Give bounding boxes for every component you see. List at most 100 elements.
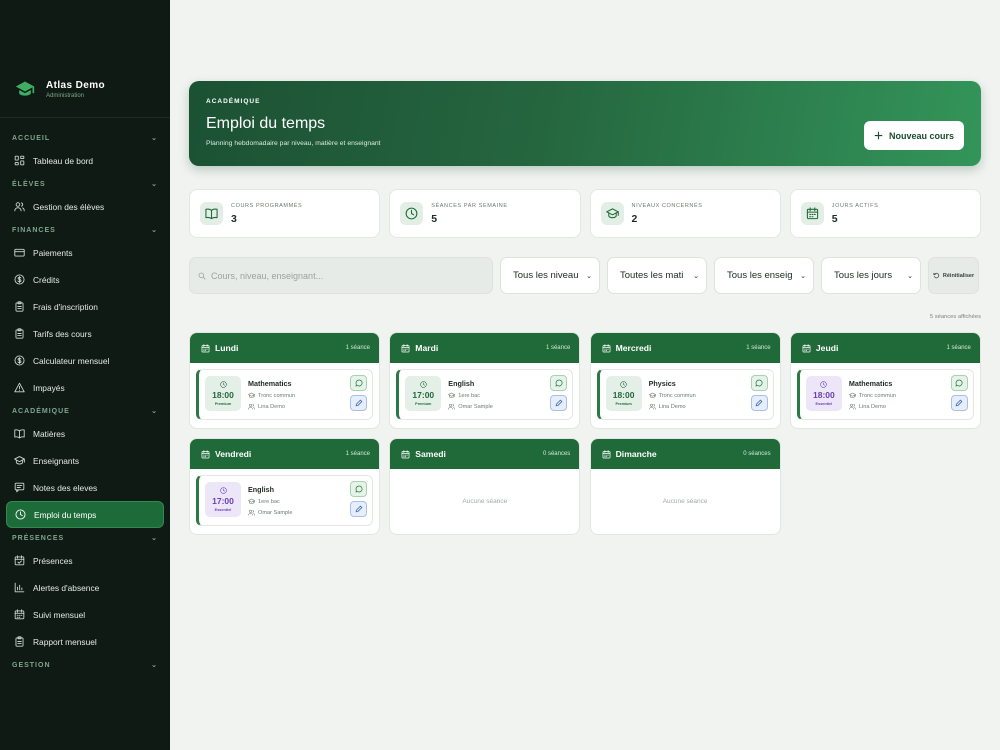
empty-day-label: Aucune séance bbox=[662, 498, 708, 505]
course-plan-tag: Premium bbox=[615, 402, 632, 406]
course-time: 18:00 bbox=[612, 390, 635, 400]
day-name: Vendredi bbox=[215, 449, 252, 459]
sidebar-item[interactable]: Emploi du temps bbox=[6, 501, 164, 528]
edit-button[interactable] bbox=[950, 395, 968, 411]
course-card[interactable]: 18:00 Premium Physics Tronc commun Lina Demo bbox=[596, 369, 774, 420]
sidebar-section-header[interactable]: ACCUEIL ⌄ bbox=[0, 129, 170, 147]
day-session-count: 1 séance bbox=[545, 345, 571, 351]
graduation-cap-icon bbox=[648, 392, 656, 399]
course-card[interactable]: 17:00 Essentiel English 1ere bac Omar Sample bbox=[196, 475, 373, 526]
sidebar-item[interactable]: Alertes d'absence bbox=[6, 574, 164, 601]
divider bbox=[0, 117, 170, 118]
message-button[interactable] bbox=[950, 375, 968, 391]
edit-button[interactable] bbox=[750, 395, 768, 411]
graduation-cap-icon bbox=[605, 208, 619, 219]
sidebar-item[interactable]: Gestion des élèves bbox=[6, 193, 164, 220]
stat-value: 2 bbox=[631, 212, 638, 225]
pencil-icon bbox=[355, 505, 362, 513]
new-course-button[interactable]: Nouveau cours bbox=[864, 121, 964, 150]
day-header: Mercredi 1 séance bbox=[590, 333, 780, 363]
day-card: Lundi 1 séance 18:00 Premium Mathematics Tron… bbox=[189, 332, 380, 429]
sidebar-item[interactable]: Notes des eleves bbox=[6, 474, 164, 501]
day-filter-select[interactable]: Tous les jours ⌄ bbox=[821, 257, 921, 294]
message-button[interactable] bbox=[550, 375, 568, 391]
sidebar-section-header[interactable]: ACADÉMIQUE ⌄ bbox=[0, 402, 170, 420]
teacher-filter-value: Tous les enseig bbox=[727, 270, 793, 281]
sidebar-item[interactable]: Tableau de bord bbox=[6, 147, 164, 174]
sidebar-nav: ACCUEIL ⌄ Tableau de bord ÉLÈVES ⌄ Gestion de… bbox=[0, 128, 170, 674]
stat-card: NIVEAUX CONCERNÉS 2 bbox=[589, 189, 781, 238]
level-filter-value: Tous les niveau bbox=[513, 270, 579, 281]
sidebar-item[interactable]: Frais d'inscription bbox=[6, 293, 164, 320]
calendar-icon bbox=[14, 609, 25, 620]
course-teacher: Lina Demo bbox=[858, 403, 886, 410]
stat-icon-box bbox=[800, 202, 824, 225]
day-name: Mardi bbox=[415, 343, 439, 353]
brand-title: Atlas Demo bbox=[46, 79, 106, 91]
stat-value: 3 bbox=[231, 212, 237, 225]
sidebar-item[interactable]: Paiements bbox=[6, 239, 164, 266]
edit-button[interactable] bbox=[350, 501, 367, 517]
message-icon bbox=[355, 379, 362, 387]
time-box: 18:00 Premium bbox=[605, 376, 642, 411]
search-box[interactable] bbox=[189, 257, 493, 294]
reset-button[interactable]: Réinitialiser bbox=[928, 257, 979, 294]
users-icon bbox=[14, 202, 25, 212]
sidebar-item[interactable]: Suivi mensuel bbox=[6, 601, 164, 628]
time-box: 17:00 Essentiel bbox=[205, 482, 241, 517]
day-header: Lundi 1 séance bbox=[190, 333, 379, 363]
sidebar-item[interactable]: Impayés bbox=[6, 374, 164, 401]
brand-subtitle: Administration bbox=[46, 92, 85, 99]
subject-filter-select[interactable]: Toutes les mati ⌄ bbox=[607, 257, 707, 294]
teacher-filter-select[interactable]: Tous les enseig ⌄ bbox=[714, 257, 814, 294]
level-filter-select[interactable]: Tous les niveau ⌄ bbox=[500, 257, 600, 294]
stat-label: SÉANCES PAR SEMAINE bbox=[431, 202, 508, 209]
sidebar-item[interactable]: Matières bbox=[6, 420, 164, 447]
sidebar-item[interactable]: Enseignants bbox=[6, 447, 164, 474]
sidebar-section-header[interactable]: PRÉSENCES ⌄ bbox=[0, 529, 170, 547]
sidebar-section-header[interactable]: ÉLÈVES ⌄ bbox=[0, 175, 170, 193]
course-plan-tag: Premium bbox=[214, 402, 232, 406]
search-input[interactable] bbox=[211, 270, 481, 281]
dashboard-icon bbox=[14, 155, 25, 166]
course-card[interactable]: 18:00 Premium Mathematics Tronc commun Lina … bbox=[196, 369, 373, 420]
message-icon bbox=[355, 485, 362, 493]
dollar-icon bbox=[14, 355, 25, 366]
sidebar-item[interactable]: Présences bbox=[6, 547, 164, 574]
course-card[interactable]: 17:00 Premium English 1ere bac Omar Sample bbox=[396, 369, 574, 420]
message-button[interactable] bbox=[350, 375, 367, 391]
sidebar-item-label: Suivi mensuel bbox=[33, 609, 86, 620]
day-session-count: 1 séance bbox=[746, 345, 771, 351]
day-session-count: 0 séances bbox=[542, 451, 571, 457]
sidebar-item[interactable]: Tarifs des cours bbox=[6, 320, 164, 347]
clock-icon bbox=[219, 381, 227, 388]
sidebar-item-label: Alertes d'absence bbox=[33, 582, 100, 593]
clipboard-icon bbox=[15, 301, 24, 312]
sidebar-section-header[interactable]: GESTION ⌄ bbox=[0, 656, 170, 674]
sidebar-item[interactable]: Calculateur mensuel bbox=[6, 347, 164, 374]
message-button[interactable] bbox=[350, 481, 367, 497]
sidebar-section-header[interactable]: FINANCES ⌄ bbox=[0, 221, 170, 239]
calendar-icon bbox=[602, 449, 610, 458]
edit-button[interactable] bbox=[550, 395, 568, 411]
message-icon bbox=[955, 379, 963, 387]
sidebar-item[interactable]: Crédits bbox=[6, 266, 164, 293]
pencil-icon bbox=[555, 399, 563, 407]
brand[interactable]: Atlas Demo Administration bbox=[14, 78, 105, 100]
sidebar-item-label: Rapport mensuel bbox=[33, 636, 97, 647]
day-name: Lundi bbox=[215, 343, 239, 353]
graduation-cap-icon bbox=[248, 392, 255, 399]
stat-label: JOURS ACTIFS bbox=[831, 202, 879, 209]
course-card[interactable]: 18:00 Essentiel Mathematics Tronc commun Lin… bbox=[796, 369, 974, 420]
section-label: FINANCES bbox=[12, 226, 56, 234]
course-title: English bbox=[248, 485, 274, 494]
clock-icon bbox=[620, 381, 627, 388]
course-level: 1ere bac bbox=[258, 498, 280, 505]
dollar-icon bbox=[14, 274, 25, 285]
edit-button[interactable] bbox=[350, 395, 367, 411]
chevron-down-icon: ⌄ bbox=[151, 135, 158, 142]
sidebar-item[interactable]: Rapport mensuel bbox=[6, 628, 164, 655]
message-button[interactable] bbox=[750, 375, 768, 391]
chevron-down-icon: ⌄ bbox=[693, 272, 699, 280]
sidebar-item-label: Tarifs des cours bbox=[33, 328, 92, 339]
